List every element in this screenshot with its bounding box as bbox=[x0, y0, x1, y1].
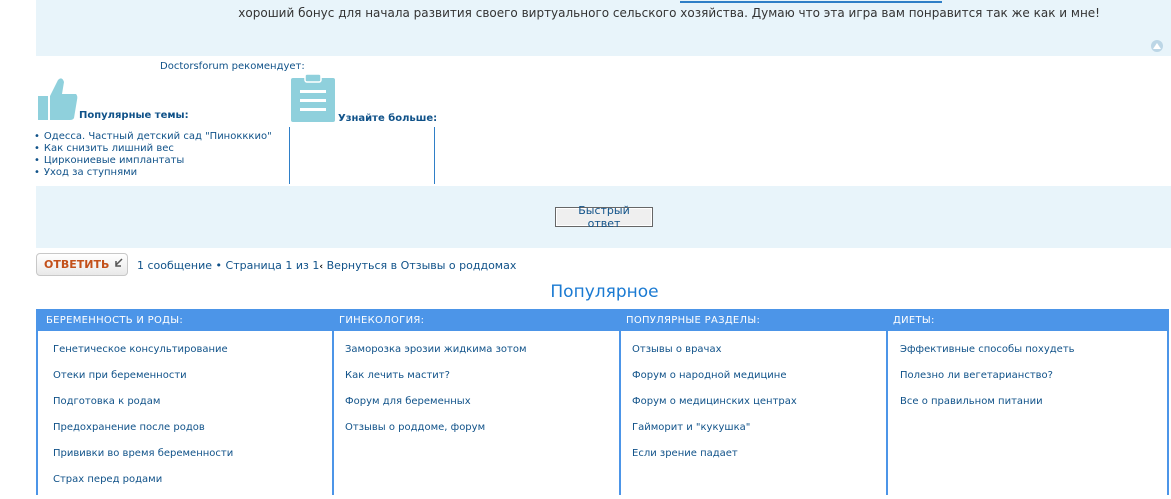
column-divider bbox=[289, 127, 290, 184]
category-column: Эффективные способы похудеть Полезно ли … bbox=[888, 331, 1167, 495]
list-item[interactable]: Предохранение после родов bbox=[53, 421, 233, 447]
category-column: Отзывы о врачах Форум о народной медицин… bbox=[621, 331, 886, 495]
popular-topics-heading: Популярные темы: bbox=[79, 110, 189, 121]
page-info: Страница 1 из 1 bbox=[225, 259, 320, 272]
list-item[interactable]: Отзывы о врачах bbox=[632, 343, 797, 369]
thumbs-up-icon bbox=[38, 76, 78, 120]
clipboard-icon bbox=[291, 73, 335, 122]
reply-button[interactable]: ОТВЕТИТЬ bbox=[36, 253, 128, 276]
list-item[interactable]: Форум о народной медицине bbox=[632, 369, 797, 395]
list-item[interactable]: Форум о медицинских центрах bbox=[632, 395, 797, 421]
post-text: хороший бонус для начала развития своего… bbox=[238, 6, 1100, 20]
list-item[interactable]: Генетическое консультирование bbox=[53, 343, 233, 369]
learn-more-heading: Узнайте больше: bbox=[338, 113, 438, 124]
list-item[interactable]: Эффективные способы похудеть bbox=[900, 343, 1075, 369]
list-item[interactable]: • Уход за ступнями bbox=[34, 167, 272, 179]
list-item[interactable]: Прививки во время беременности bbox=[53, 447, 233, 473]
category-heading: ДИЕТЫ: bbox=[893, 315, 935, 326]
category-column: Генетическое консультирование Отеки при … bbox=[38, 331, 332, 495]
column-divider bbox=[434, 127, 435, 184]
list-item[interactable]: Гайморит и "кукушка" bbox=[632, 421, 797, 447]
list-item[interactable]: • Циркониевые имплантаты bbox=[34, 155, 272, 167]
list-item[interactable]: Страх перед родами bbox=[53, 473, 233, 499]
list-item[interactable]: Полезно ли вегетарианство? bbox=[900, 369, 1075, 395]
reply-arrow-icon bbox=[114, 258, 124, 271]
category-heading: БЕРЕМЕННОСТЬ И РОДЫ: bbox=[46, 315, 184, 326]
pagination-bar: 1 сообщение • Страница 1 из 1‹ Вернуться… bbox=[137, 259, 517, 272]
list-item[interactable]: Отеки при беременности bbox=[53, 369, 233, 395]
list-item[interactable]: • Одесса. Частный детский сад "Пинокккио" bbox=[34, 131, 272, 143]
post-link-underline[interactable] bbox=[680, 1, 942, 3]
back-link[interactable]: Вернуться в Отзывы о роддомах bbox=[327, 259, 517, 272]
category-heading: ГИНЕКОЛОГИЯ: bbox=[339, 315, 425, 326]
list-item[interactable]: Если зрение падает bbox=[632, 447, 797, 473]
category-column: Заморозка эрозии жидкима зотом Как лечит… bbox=[334, 331, 619, 495]
list-item[interactable]: Форум для беременных bbox=[345, 395, 527, 421]
reply-button-label: ОТВЕТИТЬ bbox=[44, 258, 110, 271]
popular-section-title: Популярное bbox=[550, 282, 659, 302]
list-item[interactable]: • Как снизить лишний вес bbox=[34, 143, 272, 155]
message-count: 1 сообщение bbox=[137, 259, 213, 272]
chevron-left-icon: ‹ bbox=[319, 262, 324, 272]
popular-topics-list: • Одесса. Частный детский сад "Пинокккио"… bbox=[34, 131, 272, 179]
list-item[interactable]: Отзывы о роддоме, форум bbox=[345, 421, 527, 447]
category-heading: ПОПУЛЯРНЫЕ РАЗДЕЛЫ: bbox=[626, 315, 761, 326]
list-item[interactable]: Как лечить мастит? bbox=[345, 369, 527, 395]
list-item[interactable]: Все о правильном питании bbox=[900, 395, 1075, 421]
recommend-title: Doctorsforum рекомендует: bbox=[160, 61, 305, 72]
list-item[interactable]: Заморозка эрозии жидкима зотом bbox=[345, 343, 527, 369]
list-item[interactable]: Подготовка к родам bbox=[53, 395, 233, 421]
quick-reply-button[interactable]: Быстрый ответ bbox=[555, 204, 653, 230]
back-to-top-icon[interactable] bbox=[1151, 40, 1163, 52]
